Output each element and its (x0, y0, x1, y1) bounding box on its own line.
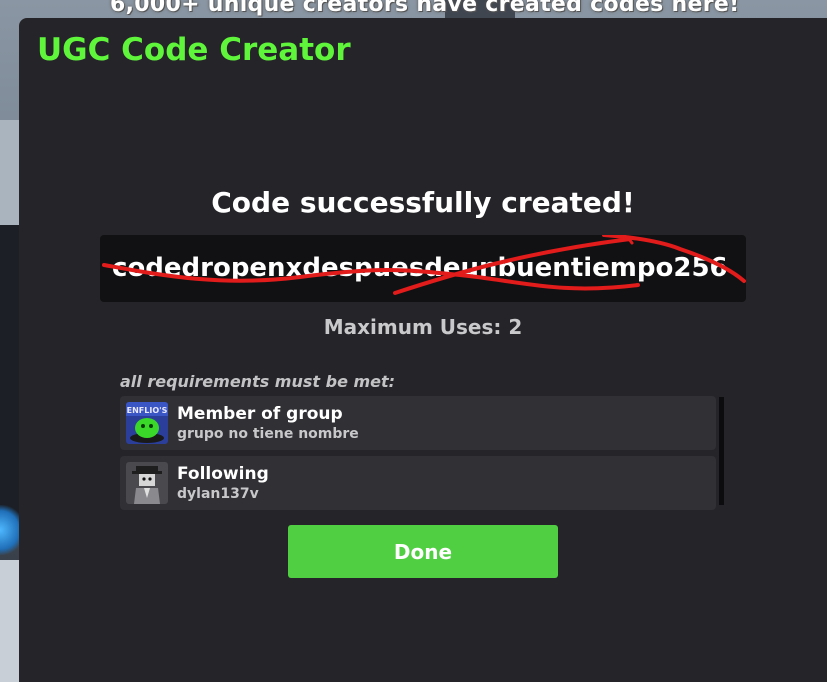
requirement-detail: grupo no tiene nombre (177, 426, 359, 442)
modal-title: UGC Code Creator (37, 32, 351, 68)
background-glow (0, 505, 20, 555)
user-avatar-icon (126, 462, 168, 504)
requirements-scrollbar[interactable] (719, 397, 724, 505)
success-message: Code successfully created! (211, 186, 635, 219)
group-logo-icon: ENFLIO'S (126, 402, 168, 444)
requirement-detail: dylan137v (177, 486, 259, 502)
requirement-name: Following (177, 464, 269, 484)
requirement-item-following[interactable]: Following dylan137v (120, 456, 716, 510)
background-block (0, 120, 20, 230)
background-banner-text: 6,000+ unique creators have created code… (110, 0, 740, 17)
svg-text:ENFLIO'S: ENFLIO'S (127, 406, 168, 415)
background-floor (0, 560, 20, 682)
code-display-box[interactable]: codedropenxdespuesdeunbuentiempo256 (100, 235, 746, 302)
max-uses-label: Maximum Uses: 2 (323, 315, 523, 339)
code-value[interactable]: codedropenxdespuesdeunbuentiempo256 (112, 253, 728, 283)
requirements-label: all requirements must be met: (120, 372, 396, 391)
done-button[interactable]: Done (288, 525, 558, 578)
requirement-item-group[interactable]: ENFLIO'S Member of group grupo no tiene … (120, 396, 716, 450)
requirements-list: ENFLIO'S Member of group grupo no tiene … (120, 396, 716, 516)
background-wall (0, 225, 20, 525)
requirement-name: Member of group (177, 404, 343, 424)
code-creator-modal: UGC Code Creator Code successfully creat… (19, 18, 827, 682)
